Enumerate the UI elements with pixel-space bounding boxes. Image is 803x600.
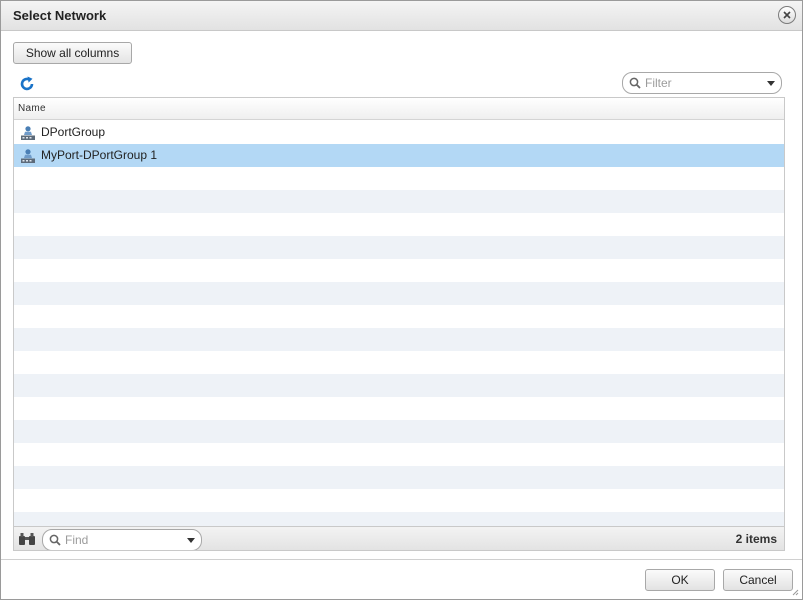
empty-row xyxy=(14,236,784,259)
dialog-titlebar[interactable]: Select Network xyxy=(1,1,802,31)
find-placeholder: Find xyxy=(65,533,89,547)
row-name: MyPort-DPortGroup 1 xyxy=(41,148,158,162)
filter-input[interactable]: Filter xyxy=(622,72,782,94)
row-name: DPortGroup xyxy=(41,125,106,139)
search-icon xyxy=(49,534,61,546)
table-row[interactable]: DPortGroup xyxy=(14,121,784,144)
filter-placeholder: Filter xyxy=(645,76,672,90)
refresh-icon xyxy=(20,76,34,91)
empty-row xyxy=(14,397,784,420)
chevron-down-icon[interactable] xyxy=(767,81,775,86)
button-bar-divider xyxy=(1,559,802,560)
empty-row xyxy=(14,167,784,190)
chevron-down-icon[interactable] xyxy=(187,538,195,543)
empty-row xyxy=(14,351,784,374)
show-all-columns-button[interactable]: Show all columns xyxy=(13,42,132,64)
column-header-name[interactable]: Name xyxy=(14,98,784,120)
empty-row xyxy=(14,190,784,213)
empty-row xyxy=(14,512,784,526)
empty-row xyxy=(14,213,784,236)
grid-rows: DPortGroup MyPort-DPortGroup 1 xyxy=(14,121,784,526)
empty-row xyxy=(14,259,784,282)
dialog-title: Select Network xyxy=(13,8,107,23)
find-input[interactable]: Find xyxy=(42,529,202,550)
close-button[interactable] xyxy=(778,6,796,24)
table-row-selected[interactable]: MyPort-DPortGroup 1 xyxy=(14,144,784,167)
empty-row xyxy=(14,305,784,328)
empty-row xyxy=(14,420,784,443)
empty-row xyxy=(14,489,784,512)
empty-row xyxy=(14,328,784,351)
close-icon xyxy=(783,11,791,19)
grid-footer: Find 2 items xyxy=(14,526,784,550)
empty-row xyxy=(14,443,784,466)
search-icon xyxy=(629,77,641,89)
column-header-label: Name xyxy=(18,103,46,114)
binoculars-icon[interactable] xyxy=(18,532,36,546)
port-group-icon xyxy=(21,149,35,163)
port-group-icon xyxy=(21,126,35,140)
empty-row xyxy=(14,374,784,397)
cancel-button[interactable]: Cancel xyxy=(723,569,793,591)
resize-grip-icon[interactable] xyxy=(791,588,799,596)
refresh-button[interactable] xyxy=(18,75,36,93)
item-count: 2 items xyxy=(735,532,777,546)
network-grid: Name DPortGroup MyPort-DPortGroup 1 Find… xyxy=(13,97,785,551)
empty-row xyxy=(14,282,784,305)
select-network-dialog: Select Network Show all columns Filter N… xyxy=(0,0,803,600)
ok-button[interactable]: OK xyxy=(645,569,715,591)
empty-row xyxy=(14,466,784,489)
